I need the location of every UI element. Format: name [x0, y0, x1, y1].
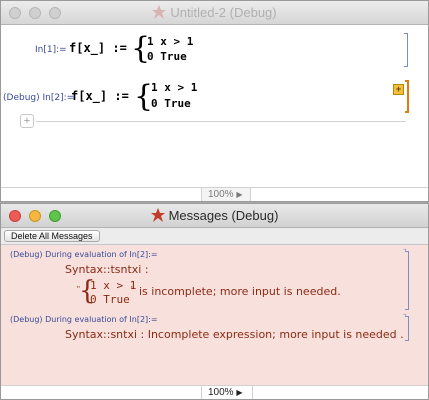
delete-all-messages-button[interactable]: Delete All Messages — [4, 230, 100, 242]
message-1-header: (Debug) During evaluation of In[2]:= — [10, 250, 158, 259]
cell-2-label: (Debug) In[2]:= — [3, 93, 75, 103]
message-1-piece-row-1: 1 x > 1 — [90, 279, 137, 292]
cell-2-piece-row-1: 1 x > 1 — [151, 81, 198, 94]
notebook-title: Untitled-2 (Debug) — [170, 5, 277, 20]
notebook-window: Untitled-2 (Debug) In[1]:= f[x_] := { 1 … — [0, 0, 429, 202]
messages-titlebar[interactable]: Messages (Debug) — [1, 204, 428, 228]
message-1-bracket-tick: ⌝ — [403, 248, 407, 257]
notebook-titlebar[interactable]: Untitled-2 (Debug) — [1, 1, 428, 25]
notebook-zoom-value: 100% — [208, 189, 234, 200]
cell-1-label: In[1]:= — [35, 45, 67, 55]
messages-zoom-control[interactable]: 100% ▶ — [201, 386, 253, 399]
messages-toolbar: Delete All Messages — [1, 228, 428, 245]
insert-cell-icon[interactable]: + — [20, 114, 34, 128]
cell-2-expression[interactable]: f[x_] := — [71, 89, 129, 103]
cell-2-piece-row-2: 0 True — [151, 97, 191, 110]
messages-statusbar: 100% ▶ — [1, 385, 428, 399]
message-1-close-quote: " — [131, 285, 134, 294]
mathematica-icon — [152, 5, 167, 19]
messages-title: Messages (Debug) — [168, 208, 279, 223]
message-1-piece-row-2: 0 True — [90, 293, 130, 306]
debug-add-icon[interactable]: + — [393, 84, 404, 95]
message-1-text: is incomplete; more input is needed. — [139, 285, 341, 298]
insertion-line — [36, 121, 406, 122]
cell-1-expr-text: f[x_] := — [69, 41, 127, 55]
notebook-title-area: Untitled-2 (Debug) — [1, 5, 428, 20]
message-2-bracket-tick: ⌝ — [403, 313, 407, 322]
mathematica-icon — [150, 208, 165, 222]
cell-2-expr-text: f[x_] := — [71, 89, 129, 103]
zoom-arrow-icon: ▶ — [236, 388, 243, 397]
cell-1-piece-row-2: 0 True — [147, 50, 187, 63]
notebook-zoom-control[interactable]: 100% ▶ — [201, 188, 251, 201]
messages-title-area: Messages (Debug) — [1, 208, 428, 223]
zoom-arrow-icon: ▶ — [236, 190, 243, 199]
notebook-statusbar: 100% ▶ — [1, 187, 428, 201]
cell-1-expression[interactable]: f[x_] := — [69, 41, 127, 55]
messages-zoom-value: 100% — [208, 387, 234, 398]
cell-2-bracket[interactable] — [405, 80, 409, 113]
message-1-bracket[interactable] — [405, 251, 409, 310]
message-2-header: (Debug) During evaluation of In[2]:= — [10, 315, 158, 324]
messages-window: Messages (Debug) Delete All Messages (De… — [0, 203, 429, 400]
message-1-tag: Syntax::tsntxi : — [65, 263, 149, 276]
cell-1-bracket[interactable] — [404, 33, 408, 67]
cell-1-piece-row-1: 1 x > 1 — [147, 35, 194, 48]
message-2-text: Syntax::sntxi : Incomplete expression; m… — [65, 328, 404, 341]
